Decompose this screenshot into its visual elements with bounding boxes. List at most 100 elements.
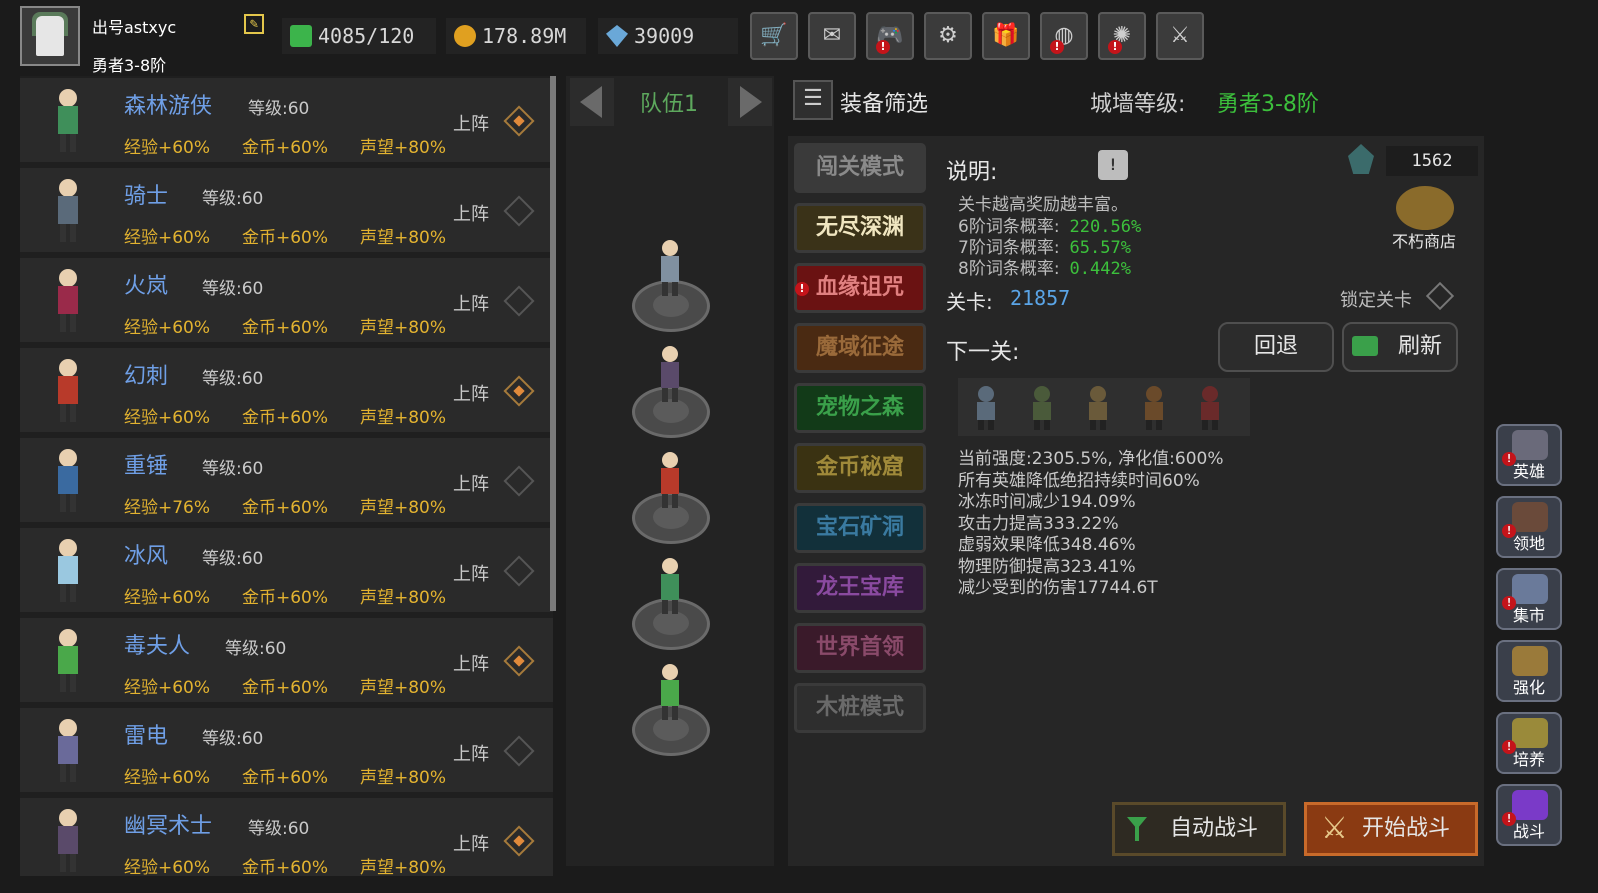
shop-cart-button[interactable]: 🛒: [750, 12, 798, 60]
mode-button[interactable]: 木桩模式: [794, 683, 926, 733]
hero-row[interactable]: 火岚 等级:60 经验+60% 金币+60% 声望+80% 上阵: [20, 258, 553, 342]
side-nav-market[interactable]: 集市!: [1496, 568, 1562, 630]
hero-row[interactable]: 骑士 等级:60 经验+60% 金币+60% 声望+80% 上阵: [20, 168, 553, 252]
mode-button[interactable]: 闯关模式: [794, 143, 926, 193]
deploy-toggle[interactable]: [503, 285, 535, 317]
gear-button[interactable]: ⚙: [924, 12, 972, 60]
equipment-filter-label[interactable]: 装备筛选: [840, 86, 928, 118]
start-battle-button[interactable]: ⚔ 开始战斗: [1304, 802, 1478, 856]
team-prev-button[interactable]: [570, 78, 614, 126]
deploy-toggle[interactable]: [503, 735, 535, 767]
hero-row[interactable]: 毒夫人 等级:60 经验+60% 金币+60% 声望+80% 上阵: [20, 618, 553, 702]
gift-button[interactable]: 🎁: [982, 12, 1030, 60]
hero-deploy-label[interactable]: 上阵: [453, 200, 489, 226]
enemy-preview-strip: [958, 378, 1250, 436]
alert-badge-icon: !: [876, 40, 890, 54]
portal-icon: [1512, 790, 1548, 820]
team-member-sprite[interactable]: [650, 556, 690, 616]
mode-button[interactable]: 魔域征途: [794, 323, 926, 373]
lottery-wheel-button[interactable]: ◍!: [1040, 12, 1088, 60]
diamond-icon[interactable]: [606, 25, 628, 47]
hero-row[interactable]: 幻刺 等级:60 经验+60% 金币+60% 声望+80% 上阵: [20, 348, 553, 432]
hero-deploy-label[interactable]: 上阵: [453, 740, 489, 766]
hero-deploy-label[interactable]: 上阵: [453, 380, 489, 406]
hero-row[interactable]: 雷电 等级:60 经验+60% 金币+60% 声望+80% 上阵: [20, 708, 553, 792]
hero-deploy-label[interactable]: 上阵: [453, 470, 489, 496]
immortal-shop-label[interactable]: 不朽商店: [1392, 228, 1456, 252]
mode-button[interactable]: 血缘诅咒!: [794, 263, 926, 313]
hero-deploy-label[interactable]: 上阵: [453, 290, 489, 316]
team-member-sprite[interactable]: [650, 662, 690, 722]
team-member-sprite[interactable]: [650, 344, 690, 404]
hero-fame-bonus: 声望+80%: [360, 318, 447, 338]
team-member-sprite[interactable]: [650, 450, 690, 510]
hero-row[interactable]: 重锤 等级:60 经验+76% 金币+60% 声望+80% 上阵: [20, 438, 553, 522]
mode-button[interactable]: 无尽深渊: [794, 203, 926, 253]
hero-list-scrollbar[interactable]: [550, 76, 556, 611]
hero-row[interactable]: 森林游侠 等级:60 经验+60% 金币+60% 声望+80% 上阵: [20, 78, 553, 162]
deploy-toggle[interactable]: [503, 825, 535, 857]
equipment-filter-button[interactable]: ☰: [793, 80, 833, 120]
mode-button[interactable]: 宠物之森: [794, 383, 926, 433]
mode-button[interactable]: 世界首领: [794, 623, 926, 673]
hero-name: 毒夫人: [124, 634, 191, 659]
hero-deploy-label[interactable]: 上阵: [453, 650, 489, 676]
hero-name: 雷电: [124, 724, 169, 749]
team-next-button[interactable]: [728, 78, 772, 126]
side-nav-castle[interactable]: 领地!: [1496, 496, 1562, 558]
hero-exp-bonus: 经验+60%: [124, 588, 211, 608]
hero-fame-bonus: 声望+80%: [360, 228, 447, 248]
side-nav-cultivate[interactable]: 培养!: [1496, 712, 1562, 774]
gamepad-button[interactable]: 🎮!: [866, 12, 914, 60]
stamina-plus-icon[interactable]: [290, 25, 312, 47]
hero-row[interactable]: 幽冥术士 等级:60 经验+60% 金币+60% 声望+80% 上阵: [20, 798, 553, 876]
hero-level: 等级:60: [202, 549, 264, 569]
side-nav-hero-helmet[interactable]: 英雄!: [1496, 424, 1562, 486]
team-member-sprite[interactable]: [650, 238, 690, 298]
deploy-toggle[interactable]: [503, 465, 535, 497]
hero-exp-bonus: 经验+60%: [124, 768, 211, 788]
back-button[interactable]: 回退: [1218, 322, 1334, 372]
hero-gold-bonus: 金币+60%: [242, 228, 329, 248]
hero-deploy-label[interactable]: 上阵: [453, 560, 489, 586]
mode-label: 宝石矿洞: [815, 515, 904, 540]
deploy-toggle[interactable]: [503, 375, 535, 407]
info-icon[interactable]: !: [1098, 150, 1128, 180]
enhance-icon: [1512, 646, 1548, 676]
firework-button[interactable]: ✺!: [1098, 12, 1146, 60]
mode-label: 木桩模式: [815, 695, 904, 720]
hero-level: 等级:60: [202, 369, 264, 389]
mode-button[interactable]: 龙王宝库: [794, 563, 926, 613]
player-avatar[interactable]: [20, 6, 80, 66]
market-icon: [1512, 574, 1548, 604]
hero-row[interactable]: 冰风 等级:60 经验+60% 金币+60% 声望+80% 上阵: [20, 528, 553, 612]
deploy-toggle[interactable]: [503, 555, 535, 587]
deploy-toggle[interactable]: [503, 105, 535, 137]
team-label: 队伍1: [640, 92, 698, 117]
next-stage-label: 下一关:: [946, 340, 1020, 365]
crossed-swords-button[interactable]: ⚔: [1156, 12, 1204, 60]
refresh-button[interactable]: 刷新: [1342, 322, 1458, 372]
mode-label: 金币秘窟: [815, 455, 904, 480]
refresh-label: 刷新: [1397, 334, 1442, 359]
enemy-sprite: [1134, 384, 1174, 430]
deploy-toggle[interactable]: [503, 645, 535, 677]
wall-level-value: 勇者3-8阶: [1217, 92, 1319, 117]
hero-deploy-label[interactable]: 上阵: [453, 830, 489, 856]
mode-button[interactable]: 金币秘窟: [794, 443, 926, 493]
hero-sprite: [38, 536, 98, 606]
immortal-shop-icon[interactable]: [1396, 186, 1454, 230]
mail-button[interactable]: ✉: [808, 12, 856, 60]
edit-name-icon[interactable]: ✎: [244, 14, 264, 34]
auto-battle-button[interactable]: 自动战斗: [1112, 802, 1286, 856]
mode-button[interactable]: 宝石矿洞: [794, 503, 926, 553]
deploy-toggle[interactable]: [503, 195, 535, 227]
side-nav-enhance[interactable]: 强化: [1496, 640, 1562, 702]
hero-deploy-label[interactable]: 上阵: [453, 110, 489, 136]
gold-coin-icon[interactable]: [454, 25, 476, 47]
stamina-value: 4085/120: [318, 24, 415, 48]
side-nav-portal[interactable]: 战斗!: [1496, 784, 1562, 846]
hero-fame-bonus: 声望+80%: [360, 408, 447, 428]
hero-list[interactable]: 森林游侠 等级:60 经验+60% 金币+60% 声望+80% 上阵 骑士 等级:60 经验+6…: [20, 76, 553, 876]
arrow-right-icon: [740, 86, 762, 118]
